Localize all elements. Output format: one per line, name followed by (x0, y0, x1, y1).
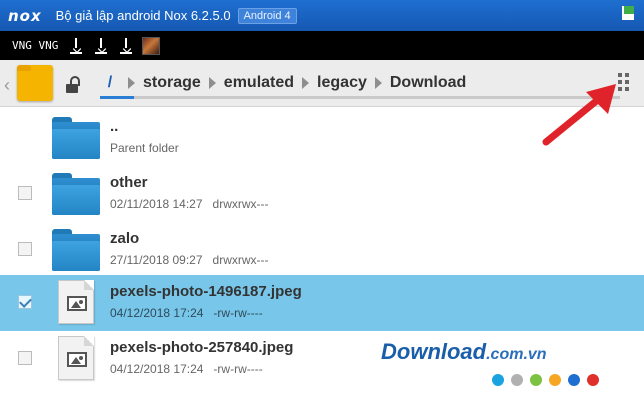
item-checkbox[interactable] (18, 351, 32, 365)
breadcrumb-download[interactable]: Download (390, 74, 466, 92)
folder-icon (52, 229, 100, 271)
file-meta: 04/12/2018 17:24 -rw-rw---- (110, 362, 263, 376)
breadcrumb-storage[interactable]: storage (143, 74, 201, 92)
file-meta: 27/11/2018 09:27 drwxrwx--- (110, 253, 269, 267)
download-icon (94, 37, 108, 54)
file-name: .. (110, 118, 119, 135)
window-titlebar: nox Bộ giả lập android Nox 6.2.5.0 Andro… (0, 0, 644, 31)
chevron-right-icon (128, 77, 135, 89)
watermark-dot (549, 374, 561, 386)
file-name: pexels-photo-257840.jpeg (110, 339, 294, 356)
watermark-dot (530, 374, 542, 386)
chevron-right-icon (374, 77, 382, 89)
android-version-badge: Android 4 (237, 7, 297, 24)
file-list: .. Parent folder other 02/11/2018 14:27 … (0, 108, 644, 403)
back-chevron-icon[interactable]: ‹ (4, 75, 10, 96)
watermark-dot (568, 374, 580, 386)
android-status-bar: VNG VNG (0, 31, 644, 60)
unlock-icon[interactable] (64, 75, 82, 95)
list-item[interactable]: other 02/11/2018 14:27 drwxrwx--- (0, 166, 644, 222)
status-carrier-label: VNG VNG (12, 39, 59, 52)
chevron-right-icon (302, 77, 310, 89)
file-name: pexels-photo-1496187.jpeg (110, 283, 302, 300)
watermark-dot (492, 374, 504, 386)
watermark-dot (587, 374, 599, 386)
item-checkbox[interactable] (18, 186, 32, 200)
watermark-dot (511, 374, 523, 386)
download-icon (69, 37, 83, 54)
app-avatar-icon (142, 36, 161, 55)
watermark-main: Download (381, 339, 487, 364)
file-meta: Parent folder (110, 141, 179, 155)
breadcrumb-legacy[interactable]: legacy (317, 74, 367, 92)
folder-icon (52, 117, 100, 159)
breadcrumb-emulated[interactable]: emulated (224, 74, 294, 92)
watermark-logo: Download.com.vn (381, 339, 547, 365)
window-title: Bộ giả lập android Nox 6.2.5.0 (55, 8, 231, 23)
folder-home-button[interactable] (17, 65, 53, 101)
breadcrumb-root[interactable]: / (100, 74, 120, 92)
image-file-icon (58, 280, 94, 324)
breadcrumb: / storage emulated legacy Download (100, 72, 467, 94)
image-file-icon (58, 336, 94, 380)
red-arrow-annotation (542, 84, 616, 146)
list-item[interactable]: zalo 27/11/2018 09:27 drwxrwx--- (0, 222, 644, 278)
breadcrumb-underline-active (100, 96, 134, 99)
file-meta: 02/11/2018 14:27 drwxrwx--- (110, 197, 269, 211)
chevron-right-icon (208, 77, 216, 89)
file-name: zalo (110, 230, 140, 247)
item-checkbox[interactable] (18, 242, 32, 256)
folder-icon (52, 173, 100, 215)
nox-logo: nox (8, 6, 42, 25)
watermark-dots (492, 374, 599, 386)
item-checkbox-checked[interactable] (18, 295, 32, 309)
download-icon (119, 37, 133, 54)
list-item-selected[interactable]: pexels-photo-1496187.jpeg 04/12/2018 17:… (0, 275, 644, 331)
file-name: other (110, 174, 148, 191)
watermark-suffix: .com.vn (486, 346, 547, 363)
window-control-button[interactable] (622, 6, 634, 20)
window-control-indicator (624, 6, 634, 14)
file-meta: 04/12/2018 17:24 -rw-rw---- (110, 306, 263, 320)
